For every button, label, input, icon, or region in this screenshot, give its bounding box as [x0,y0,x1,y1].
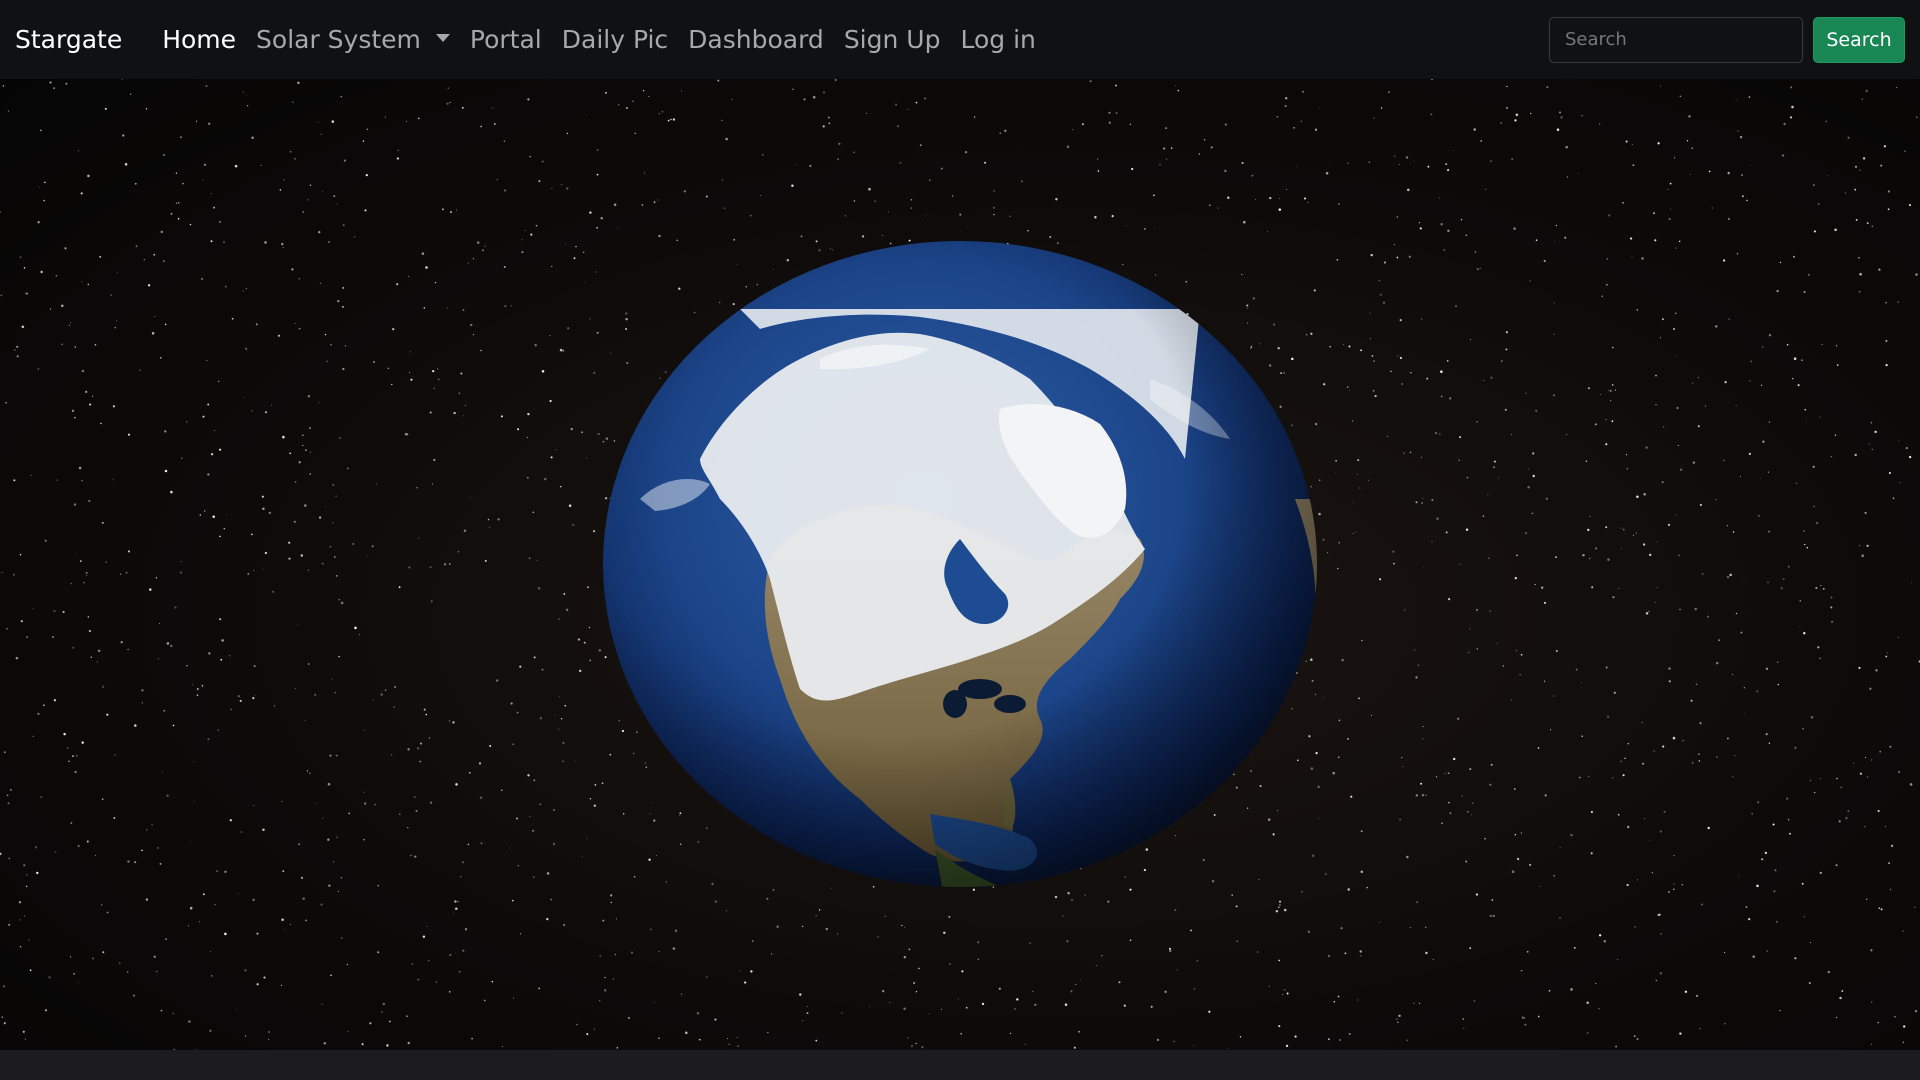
earth-globe [603,241,1317,887]
nav-link-daily-pic[interactable]: Daily Pic [552,25,678,54]
space-scene[interactable] [0,79,1920,1050]
nav-dropdown-solar-system[interactable]: Solar System [246,25,460,54]
footer-bar [0,1050,1920,1080]
space-canvas[interactable] [0,79,1920,1050]
search-form: Search [1549,16,1905,63]
nav-link-portal[interactable]: Portal [460,25,552,54]
nav-links: Home Solar System Portal Daily Pic Dashb… [152,25,1046,54]
nav-dropdown-label: Solar System [256,25,421,54]
nav-link-dashboard[interactable]: Dashboard [678,25,834,54]
search-button[interactable]: Search [1813,16,1905,63]
search-input[interactable] [1549,16,1803,63]
nav-link-sign-up[interactable]: Sign Up [834,25,951,54]
nav-link-home[interactable]: Home [152,25,246,54]
brand-link[interactable]: Stargate [15,25,122,54]
nav-link-log-in[interactable]: Log in [950,25,1045,54]
caret-down-icon [435,33,450,42]
top-navbar: Stargate Home Solar System Portal Daily … [0,0,1920,79]
